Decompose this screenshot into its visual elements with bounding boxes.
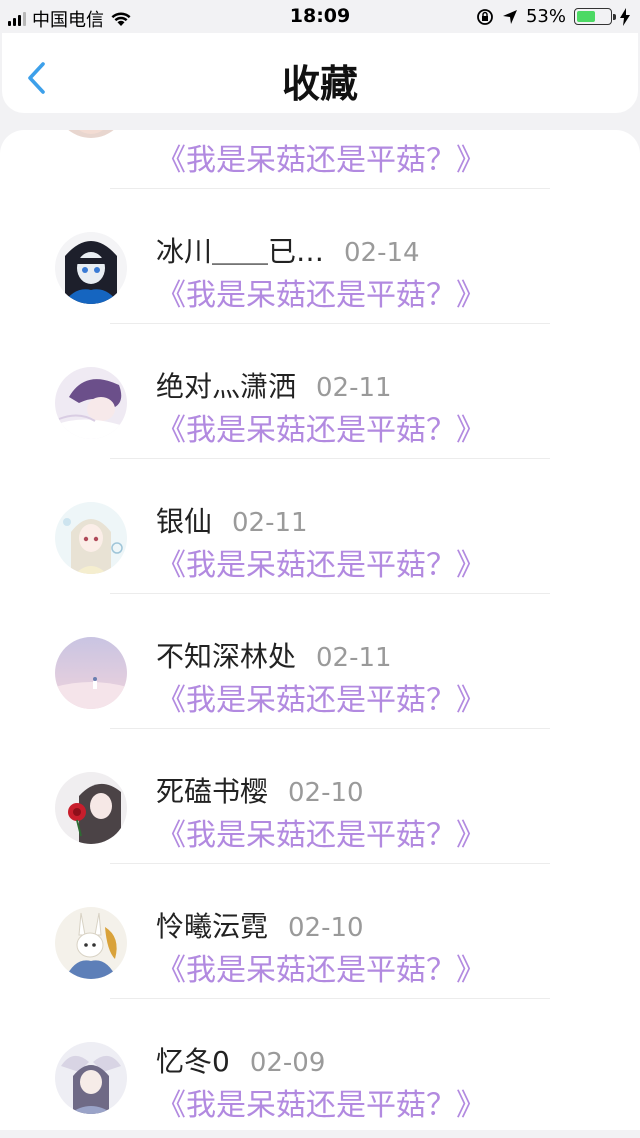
divider bbox=[110, 458, 550, 459]
favorite-author: 忆冬0 bbox=[156, 1045, 230, 1078]
favorite-item[interactable]: 银仙 02-11 《我是呆菇还是平菇？》 bbox=[0, 470, 640, 604]
favorite-author: 怜曦沄霓 bbox=[156, 910, 269, 943]
favorite-item[interactable]: 死磕书樱 02-10 《我是呆菇还是平菇？》 bbox=[0, 740, 640, 874]
divider bbox=[110, 593, 550, 594]
favorite-item[interactable]: 绝对灬潇洒 02-11 《我是呆菇还是平菇？》 bbox=[0, 335, 640, 469]
favorite-author: 绝对灬潇洒 bbox=[156, 370, 297, 403]
favorite-item[interactable]: 怜曦沄霓 02-10 《我是呆菇还是平菇？》 bbox=[0, 875, 640, 1009]
avatar-girl-white-icon bbox=[55, 502, 127, 574]
favorite-title[interactable]: 《我是呆菇还是平菇？》 bbox=[156, 135, 486, 179]
favorite-title[interactable]: 《我是呆菇还是平菇？》 bbox=[156, 810, 486, 854]
avatar-bunny-gold-icon bbox=[55, 907, 127, 979]
favorite-title[interactable]: 《我是呆菇还是平菇？》 bbox=[156, 945, 486, 989]
charging-bolt-icon bbox=[620, 7, 630, 26]
favorite-title[interactable]: 《我是呆菇还是平菇？》 bbox=[156, 675, 486, 719]
favorite-title[interactable]: 《我是呆菇还是平菇？》 bbox=[156, 270, 486, 314]
avatar-girl-dark-icon bbox=[55, 232, 127, 304]
status-bar: 中国电信 18:09 53% bbox=[0, 0, 640, 33]
favorite-author: 冰川＿＿已… bbox=[156, 235, 325, 268]
favorite-author: 死磕书樱 bbox=[156, 775, 269, 808]
battery-icon bbox=[574, 8, 616, 25]
favorite-title[interactable]: 《我是呆菇还是平菇？》 bbox=[156, 405, 486, 449]
favorites-list: 《我是呆菇还是平菇？》 冰川＿＿已… 02-14 《我是呆菇还是平菇？》 绝对灬… bbox=[0, 130, 640, 1130]
favorite-date: 02-09 bbox=[249, 1048, 326, 1078]
avatar-boy-purple-icon bbox=[55, 367, 127, 439]
favorite-item[interactable]: 冰川＿＿已… 02-14 《我是呆菇还是平菇？》 bbox=[0, 200, 640, 334]
divider bbox=[110, 188, 550, 189]
status-right: 53% bbox=[476, 6, 630, 27]
favorite-date: 02-11 bbox=[316, 643, 392, 673]
favorite-date: 02-14 bbox=[344, 238, 420, 268]
favorite-item[interactable]: 不知深林处 02-11 《我是呆菇还是平菇？》 bbox=[0, 605, 640, 739]
avatar-girl-bunny-icon bbox=[55, 1042, 127, 1114]
favorite-date: 02-11 bbox=[232, 508, 308, 538]
favorite-title[interactable]: 《我是呆菇还是平菇？》 bbox=[156, 540, 486, 584]
favorite-item[interactable]: 忆冬0 02-09 《我是呆菇还是平菇？》 bbox=[0, 1010, 640, 1130]
orientation-lock-icon bbox=[477, 8, 493, 25]
avatar-girl-rose-icon bbox=[55, 772, 127, 844]
location-arrow-icon bbox=[502, 9, 517, 24]
favorite-date: 02-11 bbox=[316, 373, 392, 403]
favorite-date: 02-10 bbox=[288, 913, 364, 943]
divider bbox=[110, 323, 550, 324]
favorite-title[interactable]: 《我是呆菇还是平菇？》 bbox=[156, 1080, 486, 1124]
avatar-sky-pink-icon bbox=[55, 637, 127, 709]
favorite-item[interactable]: 《我是呆菇还是平菇？》 bbox=[0, 130, 640, 200]
favorite-date: 02-10 bbox=[288, 778, 364, 808]
divider bbox=[110, 998, 550, 999]
favorite-author: 不知深林处 bbox=[156, 640, 297, 673]
divider bbox=[110, 728, 550, 729]
favorite-author: 银仙 bbox=[156, 505, 213, 538]
battery-percent: 53% bbox=[525, 6, 566, 27]
nav-header: 收藏 bbox=[2, 33, 638, 113]
divider bbox=[110, 863, 550, 864]
avatar-girl-brown-icon bbox=[55, 130, 127, 138]
page-title: 收藏 bbox=[281, 62, 358, 106]
